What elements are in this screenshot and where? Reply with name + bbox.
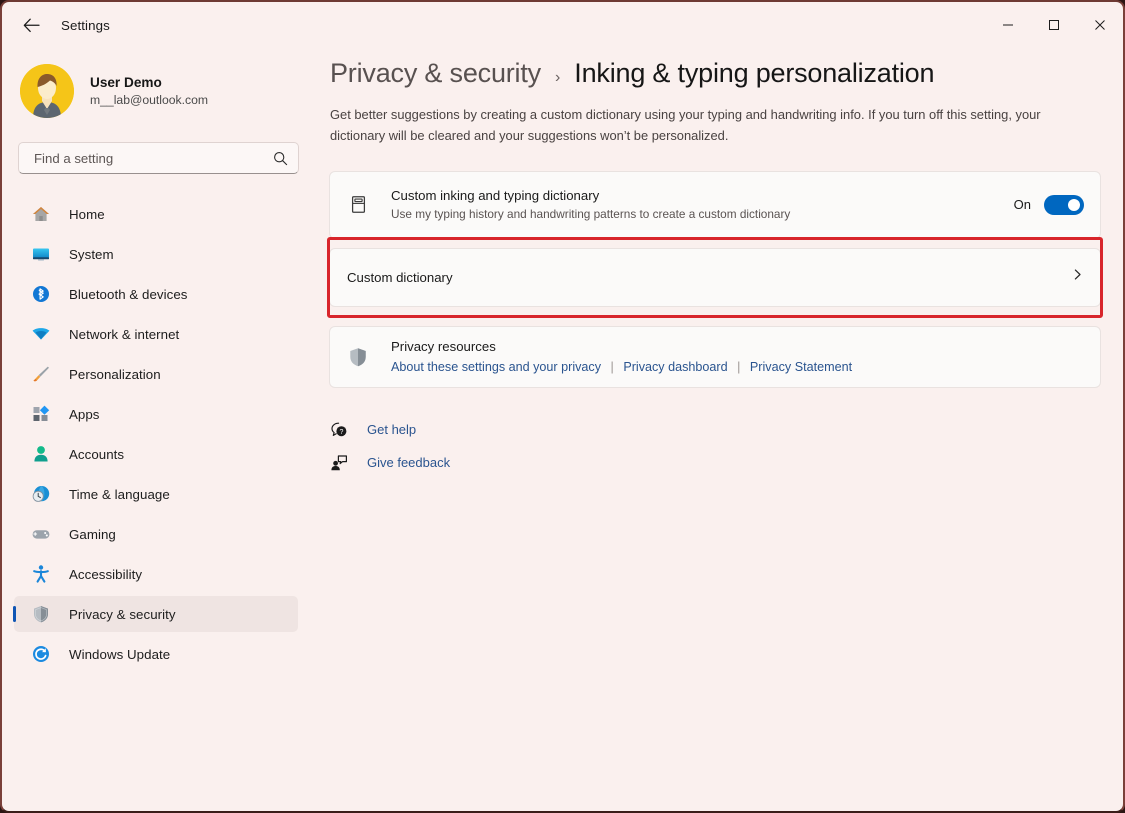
- shield-icon: [30, 603, 52, 625]
- sidebar-item-label: Apps: [69, 407, 100, 422]
- settings-window: Settings: [0, 0, 1125, 813]
- sidebar-item-windows-update[interactable]: Windows Update: [14, 636, 298, 672]
- custom-dictionary-toggle[interactable]: [1044, 195, 1084, 215]
- sidebar-item-label: Time & language: [69, 487, 170, 502]
- avatar: [20, 64, 74, 118]
- svg-text:?: ?: [339, 429, 343, 436]
- custom-dictionary-row[interactable]: Custom dictionary: [329, 248, 1101, 307]
- sidebar-item-gaming[interactable]: Gaming: [14, 516, 298, 552]
- sidebar-item-label: Windows Update: [69, 647, 170, 662]
- privacy-resources-card: Privacy resources About these settings a…: [329, 326, 1101, 388]
- system-icon: [30, 243, 52, 265]
- search-box[interactable]: [18, 142, 299, 174]
- profile-email: m__lab@outlook.com: [90, 92, 208, 108]
- page-title: Inking & typing personalization: [574, 58, 934, 89]
- back-arrow-icon: [23, 18, 40, 33]
- sidebar-item-accessibility[interactable]: Accessibility: [14, 556, 298, 592]
- sidebar-item-apps[interactable]: Apps: [14, 396, 298, 432]
- custom-dictionary-row-wrapper: Custom dictionary: [329, 248, 1101, 307]
- home-icon: [30, 203, 52, 225]
- setting-title: Custom inking and typing dictionary: [391, 186, 1014, 205]
- page-description: Get better suggestions by creating a cus…: [330, 105, 1082, 147]
- app-title: Settings: [61, 18, 110, 33]
- window-controls: [985, 2, 1123, 48]
- link-about-settings-privacy[interactable]: About these settings and your privacy: [391, 360, 601, 374]
- sidebar-item-network[interactable]: Network & internet: [14, 316, 298, 352]
- wifi-icon: [30, 323, 52, 345]
- accessibility-icon: [30, 563, 52, 585]
- sidebar-item-label: Accounts: [69, 447, 124, 462]
- maximize-icon: [1048, 19, 1060, 31]
- get-help-link[interactable]: ? Get help: [329, 417, 416, 443]
- sidebar-nav: Home System: [2, 196, 314, 672]
- paintbrush-icon: [30, 363, 52, 385]
- breadcrumb: Privacy & security › Inking & typing per…: [330, 58, 1123, 89]
- setting-subtitle: Use my typing history and handwriting pa…: [391, 206, 1014, 224]
- sidebar: User Demo m__lab@outlook.com: [2, 48, 314, 811]
- link-privacy-dashboard[interactable]: Privacy dashboard: [623, 360, 727, 374]
- link-divider: |: [611, 360, 614, 374]
- chevron-right-icon: ›: [555, 69, 560, 87]
- back-button[interactable]: [13, 9, 49, 41]
- close-icon: [1094, 19, 1106, 31]
- minimize-icon: [1002, 19, 1014, 31]
- sidebar-item-label: System: [69, 247, 114, 262]
- profile-text: User Demo m__lab@outlook.com: [90, 74, 208, 109]
- help-link-label: Get help: [367, 422, 416, 437]
- chevron-right-icon: [1071, 268, 1084, 286]
- minimize-button[interactable]: [985, 2, 1031, 48]
- search-glass-icon: [273, 151, 288, 166]
- sidebar-item-label: Network & internet: [69, 327, 179, 342]
- help-link-label: Give feedback: [367, 455, 450, 470]
- dictionary-book-icon: [347, 194, 369, 216]
- user-profile[interactable]: User Demo m__lab@outlook.com: [20, 62, 314, 120]
- content-area: Privacy & security › Inking & typing per…: [314, 48, 1123, 811]
- sidebar-item-label: Privacy & security: [69, 607, 176, 622]
- custom-dictionary-label: Custom dictionary: [347, 270, 1071, 285]
- resources-text: Privacy resources About these settings a…: [391, 337, 1084, 377]
- title-bar: Settings: [2, 2, 1123, 48]
- profile-name: User Demo: [90, 74, 208, 92]
- account-icon: [30, 443, 52, 465]
- search-input[interactable]: [32, 150, 261, 167]
- update-icon: [30, 643, 52, 665]
- custom-dictionary-setting-card: Custom inking and typing dictionary Use …: [329, 171, 1101, 239]
- give-feedback-link[interactable]: Give feedback: [329, 450, 450, 476]
- toggle-knob: [1068, 199, 1080, 211]
- feedback-person-icon: [329, 453, 349, 473]
- sidebar-item-privacy-security[interactable]: Privacy & security: [14, 596, 298, 632]
- avatar-person-icon: [20, 64, 74, 118]
- shield-icon: [347, 346, 369, 368]
- sidebar-item-system[interactable]: System: [14, 236, 298, 272]
- sidebar-item-label: Personalization: [69, 367, 161, 382]
- resources-title: Privacy resources: [391, 337, 1084, 356]
- sidebar-item-home[interactable]: Home: [14, 196, 298, 232]
- clock-globe-icon: [30, 483, 52, 505]
- apps-icon: [30, 403, 52, 425]
- toggle-state-label: On: [1014, 197, 1031, 212]
- sidebar-item-personalization[interactable]: Personalization: [14, 356, 298, 392]
- breadcrumb-parent-link[interactable]: Privacy & security: [330, 58, 541, 89]
- maximize-button[interactable]: [1031, 2, 1077, 48]
- sidebar-item-label: Bluetooth & devices: [69, 287, 187, 302]
- link-privacy-statement[interactable]: Privacy Statement: [750, 360, 852, 374]
- bluetooth-icon: [30, 283, 52, 305]
- link-divider: |: [737, 360, 740, 374]
- search-icon[interactable]: [273, 143, 288, 173]
- help-question-icon: ?: [329, 420, 349, 440]
- help-links: ? Get help Give feedback: [329, 417, 1123, 476]
- gamepad-icon: [30, 523, 52, 545]
- sidebar-item-time-language[interactable]: Time & language: [14, 476, 298, 512]
- close-button[interactable]: [1077, 2, 1123, 48]
- resources-links: About these settings and your privacy | …: [391, 358, 1084, 377]
- sidebar-item-label: Home: [69, 207, 105, 222]
- sidebar-item-bluetooth[interactable]: Bluetooth & devices: [14, 276, 298, 312]
- sidebar-item-label: Gaming: [69, 527, 116, 542]
- setting-text: Custom inking and typing dictionary Use …: [391, 186, 1014, 224]
- sidebar-item-label: Accessibility: [69, 567, 142, 582]
- sidebar-item-accounts[interactable]: Accounts: [14, 436, 298, 472]
